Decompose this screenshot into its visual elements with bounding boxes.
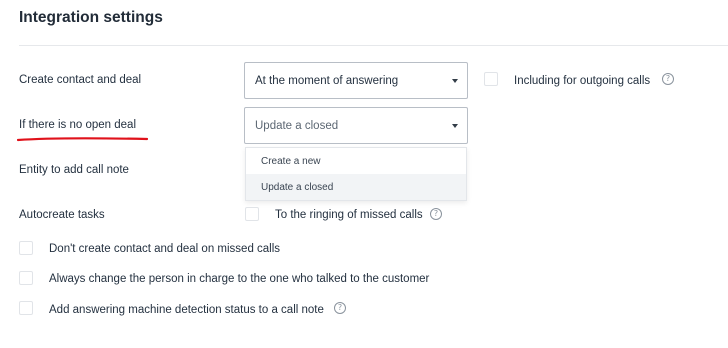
missed-calls-ringing-checkbox[interactable] bbox=[245, 207, 259, 221]
create-contact-select-value: At the moment of answering bbox=[255, 74, 399, 87]
no-open-deal-select[interactable]: Update a closed bbox=[244, 107, 468, 144]
autocreate-tasks-label: Autocreate tasks bbox=[19, 209, 105, 221]
help-icon[interactable]: ? bbox=[430, 208, 442, 220]
no-contact-missed-calls-checkbox[interactable] bbox=[19, 241, 33, 255]
no-contact-missed-calls-label: Don't create contact and deal on missed … bbox=[49, 243, 281, 255]
no-open-deal-select-value: Update a closed bbox=[255, 119, 339, 132]
create-contact-label: Create contact and deal bbox=[19, 74, 142, 86]
no-open-deal-label: If there is no open deal bbox=[19, 119, 136, 131]
no-open-deal-dropdown: Create a new Update a closed bbox=[245, 147, 467, 201]
answering-machine-status-checkbox[interactable] bbox=[19, 301, 33, 315]
call-note-label: Entity to add call note bbox=[19, 164, 129, 176]
red-underline-annotation bbox=[17, 137, 148, 142]
dropdown-option-create-new[interactable]: Create a new bbox=[246, 148, 466, 174]
answering-machine-status-label: Add answering machine detection status t… bbox=[49, 304, 324, 316]
help-icon[interactable]: ? bbox=[662, 73, 674, 85]
dropdown-option-update-closed[interactable]: Update a closed bbox=[246, 174, 466, 200]
title-divider bbox=[19, 45, 728, 46]
including-outgoing-checkbox[interactable] bbox=[484, 72, 498, 86]
change-person-in-charge-label: Always change the person in charge to th… bbox=[49, 273, 430, 285]
chevron-down-icon bbox=[452, 124, 458, 128]
help-icon[interactable]: ? bbox=[334, 302, 346, 314]
create-contact-select[interactable]: At the moment of answering bbox=[244, 62, 468, 99]
including-outgoing-label: Including for outgoing calls bbox=[514, 75, 651, 87]
change-person-in-charge-checkbox[interactable] bbox=[19, 271, 33, 285]
page-title: Integration settings bbox=[19, 9, 163, 26]
chevron-down-icon bbox=[452, 79, 458, 83]
missed-calls-ringing-label: To the ringing of missed calls bbox=[275, 209, 423, 221]
